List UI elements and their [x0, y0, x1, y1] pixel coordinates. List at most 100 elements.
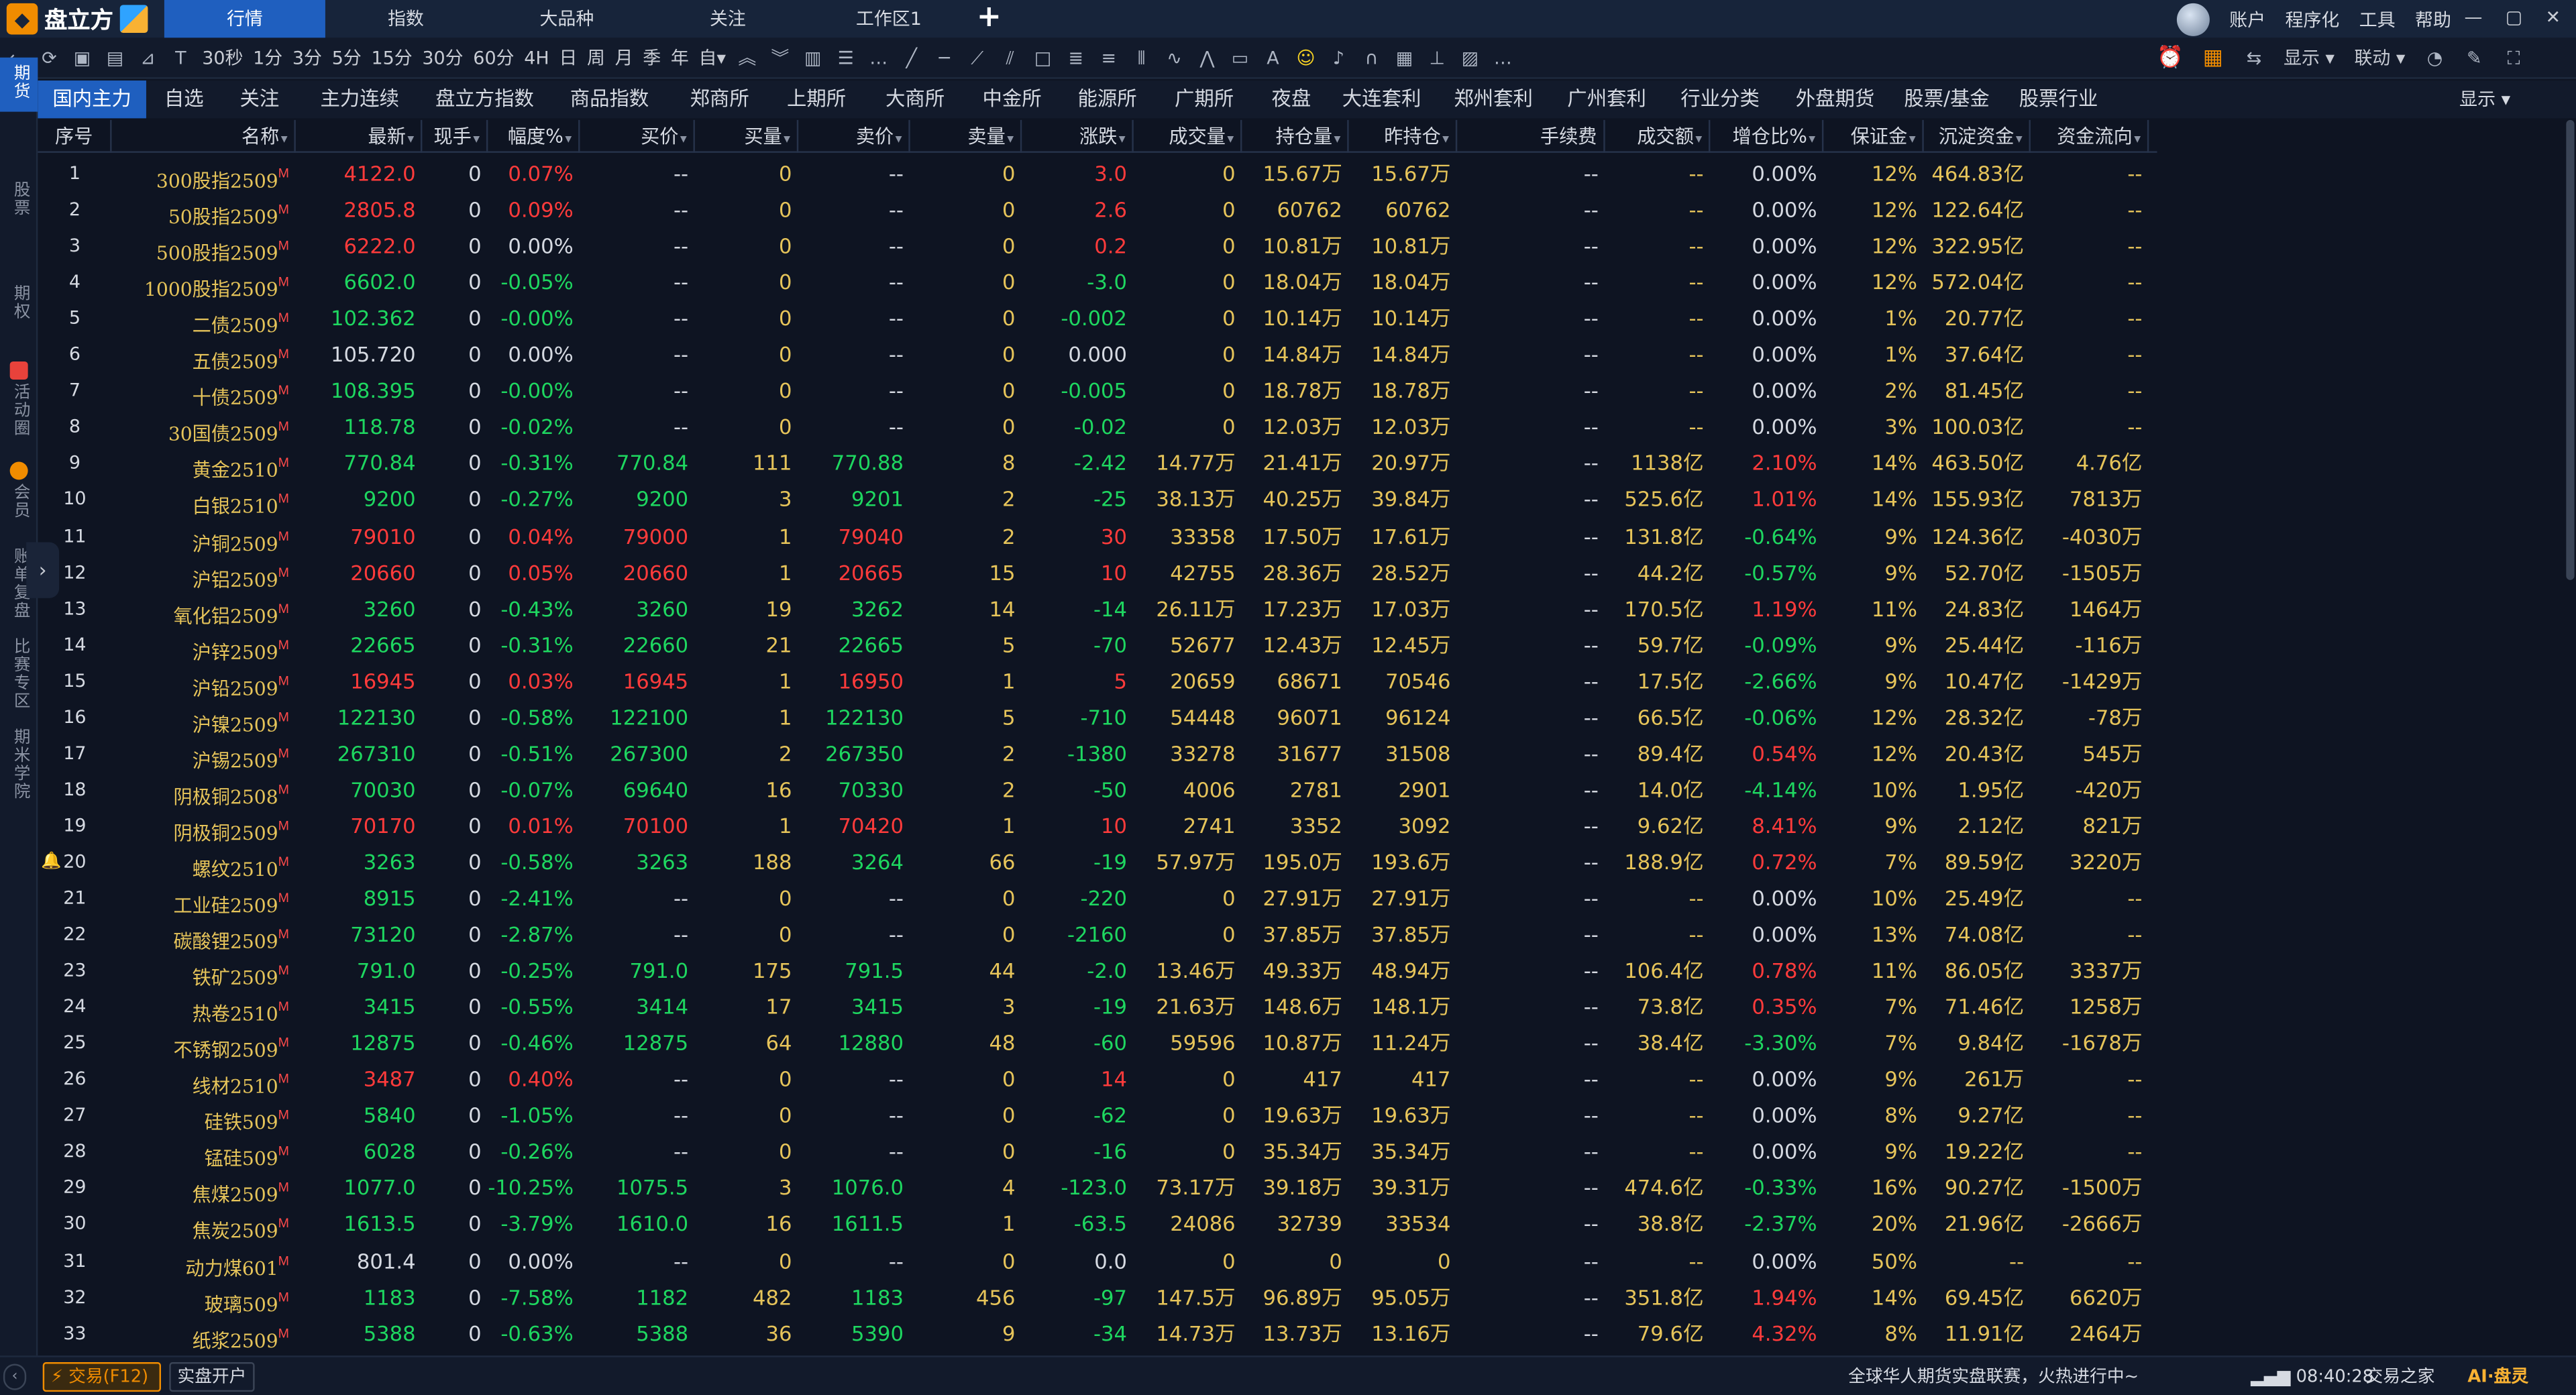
col-header-8[interactable]: 卖量	[910, 119, 1022, 153]
draw-hline-icon[interactable]: ─	[928, 37, 961, 78]
window-tab-quotes[interactable]: 行情	[164, 0, 325, 38]
table-row[interactable]: 24 热卷2510M 3415 0 -0.55% 3414 17 3415 3 -19 21.63万…	[38, 989, 2157, 1026]
window-tab-major[interactable]: 大品种	[486, 0, 647, 38]
category-tab-0[interactable]: 国内主力	[38, 80, 146, 119]
draw-ruler-icon[interactable]: ▭	[1224, 37, 1256, 78]
menu-programmatic[interactable]: 程序化	[2286, 6, 2340, 32]
table-row[interactable]: 9 黄金2510M 770.84 0 -0.31% 770.84 111 770.88 8 -2.…	[38, 446, 2157, 482]
table-row[interactable]: 23 铁矿2509M 791.0 0 -0.25% 791.0 175 791.5 44 -2.0…	[38, 953, 2157, 990]
table-row[interactable]: 10 白银2510M 9200 0 -0.27% 9200 3 9201 2 -25 38.13万 4…	[38, 482, 2157, 518]
period-5[interactable]: 30分	[417, 37, 468, 78]
col-header-14[interactable]: 成交额	[1605, 119, 1711, 153]
category-tab-2[interactable]: 关注	[222, 80, 298, 118]
period-12[interactable]: 年	[666, 37, 694, 78]
grid-icon[interactable]: ▦	[1388, 37, 1421, 78]
table-row[interactable]: 16 沪镍2509M 122130 0 -0.58% 122100 1 122130 5 -710…	[38, 700, 2157, 736]
table-row[interactable]: 29 焦煤2509M 1077.0 0 -10.25% 1075.5 3 1076.0 4 -12…	[38, 1170, 2157, 1207]
split-icon[interactable]: ▥	[796, 37, 829, 78]
screenshot-icon[interactable]: ▨	[1454, 37, 1487, 78]
menu-tools[interactable]: 工具	[2359, 6, 2396, 32]
col-header-13[interactable]: 手续费	[1457, 119, 1605, 153]
table-row[interactable]: 12 沪铝2509M 20660 0 0.05% 20660 1 20665 15 10 42755…	[38, 555, 2157, 591]
anchor-icon[interactable]: ⊥	[1421, 37, 1454, 78]
save-icon[interactable]: ▣	[66, 37, 99, 78]
table-row[interactable]: 18 阴极铜2508M 70030 0 -0.07% 69640 16 70330 2 -50 40…	[38, 772, 2157, 808]
category-tab-9[interactable]: 中金所	[965, 80, 1060, 118]
zoom-in-icon[interactable]: ︽	[731, 37, 763, 78]
category-tab-14[interactable]: 郑州套利	[1434, 80, 1552, 118]
table-row[interactable]: 4 1000股指2509M 6602.0 0 -0.05% -- 0 -- 0 -3.0 0 18.0…	[38, 265, 2157, 301]
collapse-icon[interactable]: ‹	[3, 1363, 27, 1390]
sync-icon[interactable]: ⇆	[2238, 38, 2271, 78]
category-tab-10[interactable]: 能源所	[1060, 80, 1155, 118]
draw-wave-icon[interactable]: ∿	[1158, 37, 1191, 78]
table-row[interactable]: 14 沪锌2509M 22665 0 -0.31% 22660 21 22665 5 -70 526…	[38, 627, 2157, 663]
category-tab-19[interactable]: 股票行业	[2002, 80, 2114, 118]
col-header-4[interactable]: 幅度%	[488, 119, 580, 153]
period-9[interactable]: 周	[582, 37, 610, 78]
draw-ray-icon[interactable]: ⟋	[961, 37, 994, 78]
calendar-icon[interactable]: ▦	[2195, 46, 2231, 71]
nav-academy[interactable]: 期米学院	[0, 722, 38, 812]
nav-activity[interactable]: 活动圈	[0, 355, 38, 449]
col-header-6[interactable]: 买量	[695, 119, 799, 153]
col-header-1[interactable]: 名称	[112, 119, 296, 153]
nav-options[interactable]: 期权	[0, 278, 38, 332]
table-row[interactable]: 5 二债2509M 102.362 0 -0.00% -- 0 -- 0 -0.002 0 10.14…	[38, 301, 2157, 337]
table-row[interactable]: 22 碳酸锂2509M 73120 0 -2.87% -- 0 -- 0 -2160 0 37.85万…	[38, 917, 2157, 954]
col-header-5[interactable]: 买价	[580, 119, 695, 153]
ai-assistant-button[interactable]: AI·盘灵	[2467, 1357, 2528, 1395]
menu-help[interactable]: 帮助	[2415, 6, 2451, 32]
maximize-icon[interactable]: ▢	[2506, 0, 2522, 38]
vertical-scrollbar[interactable]	[2565, 119, 2576, 1353]
col-header-9[interactable]: 涨跌	[1022, 119, 1134, 153]
text-icon[interactable]: T	[164, 37, 197, 78]
nav-futures[interactable]: 期货	[0, 57, 38, 112]
table-row[interactable]: 7 十债2509M 108.395 0 -0.00% -- 0 -- 0 -0.005 0 18.78…	[38, 374, 2157, 410]
table-row[interactable]: 3 500股指2509M 6222.0 0 0.00% -- 0 -- 0 0.2 0 10.81万 1…	[38, 229, 2157, 265]
table-row[interactable]: 2 50股指2509M 2805.8 0 0.09% -- 0 -- 0 2.6 0 60762 607…	[38, 192, 2157, 229]
link-dropdown[interactable]: 联动 ▾	[2348, 38, 2412, 78]
nav-contest[interactable]: 比赛专区	[0, 631, 38, 722]
category-tab-16[interactable]: 行业分类	[1661, 80, 1779, 118]
period-0[interactable]: 30秒	[197, 37, 248, 78]
open-account-button[interactable]: 实盘开户	[169, 1362, 255, 1392]
news-ticker[interactable]: 全球华人期货实盘联赛，火热进行中~	[1848, 1357, 2139, 1395]
category-tab-13[interactable]: 大连套利	[1329, 80, 1434, 118]
draw-channel-icon[interactable]: ⫽	[994, 37, 1026, 78]
more-icon[interactable]: …	[862, 37, 895, 78]
period-3[interactable]: 5分	[327, 37, 366, 78]
category-tab-5[interactable]: 商品指数	[547, 80, 672, 118]
period-4[interactable]: 15分	[366, 37, 417, 78]
category-tab-8[interactable]: 大商所	[866, 80, 965, 118]
scrollbar-thumb[interactable]	[2566, 119, 2575, 580]
table-row[interactable]: 31 动力煤601M 801.4 0 0.00% -- 0 -- 0 0.0 0 0 0 -- -- 0.00…	[38, 1243, 2157, 1280]
draw-line-icon[interactable]: ╱	[895, 37, 928, 78]
col-header-12[interactable]: 昨持仓	[1349, 119, 1458, 153]
draw-rect-icon[interactable]: □	[1026, 37, 1059, 78]
window-tab-index[interactable]: 指数	[325, 0, 486, 38]
fullscreen-icon[interactable]: ⛶	[2498, 38, 2530, 78]
table-row[interactable]: 15 沪铅2509M 16945 0 0.03% 16945 1 16950 1 5 20659 68…	[38, 663, 2157, 700]
category-tab-7[interactable]: 上期所	[767, 80, 866, 118]
period-7[interactable]: 4H	[519, 37, 554, 78]
minimize-icon[interactable]: —	[2464, 0, 2482, 38]
zoom-out-icon[interactable]: ︾	[763, 37, 796, 78]
alert-bell-icon[interactable]: 🔔	[41, 852, 61, 871]
table-row[interactable]: 6 五债2509M 105.720 0 0.00% -- 0 -- 0 0.000 0 14.84万 1…	[38, 337, 2157, 374]
col-header-3[interactable]: 现手	[422, 119, 488, 153]
bell-icon[interactable]: ♪	[1322, 37, 1355, 78]
period-6[interactable]: 60分	[468, 37, 519, 78]
period-10[interactable]: 月	[610, 37, 638, 78]
avatar[interactable]	[2176, 2, 2210, 36]
table-row[interactable]: 13 氧化铝2509M 3260 0 -0.43% 3260 19 3262 14 -14 26.1…	[38, 591, 2157, 627]
nav-stocks[interactable]: 股票	[0, 174, 38, 229]
pen-icon[interactable]: ✎	[2458, 38, 2491, 78]
lock-icon[interactable]: ◔	[2418, 38, 2451, 78]
draw-gann-icon[interactable]: ≡	[1092, 37, 1125, 78]
table-row[interactable]: 17 沪锡2509M 267310 0 -0.51% 267300 2 267350 2 -138…	[38, 736, 2157, 772]
table-row[interactable]: 32 玻璃509M 1183 0 -7.58% 1182 482 1183 456 -97 147.…	[38, 1279, 2157, 1316]
table-row[interactable]: 20 螺纹2510M 3263 0 -0.58% 3263 188 3264 66 -19 57.9…	[38, 844, 2157, 881]
category-tab-1[interactable]: 自选	[146, 80, 222, 118]
category-tab-3[interactable]: 主力连续	[297, 80, 422, 118]
